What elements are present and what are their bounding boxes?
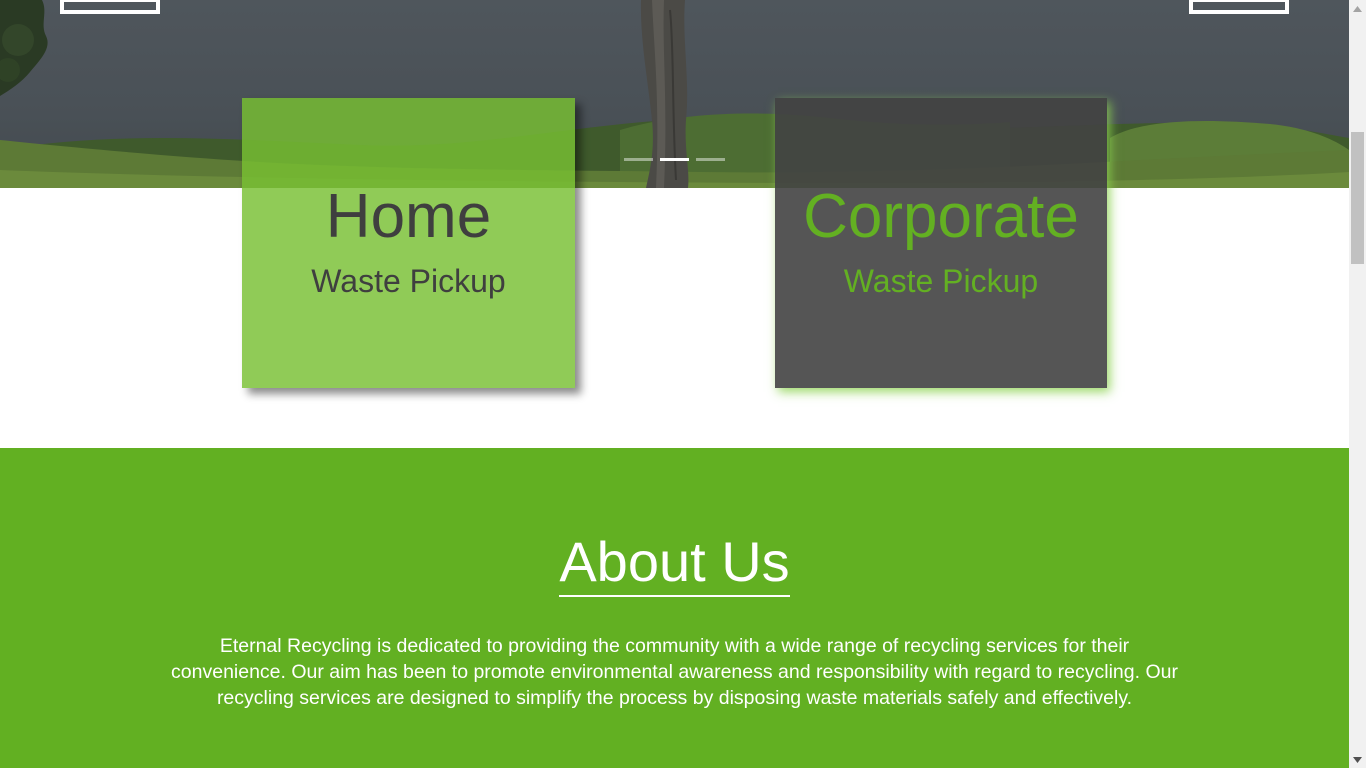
corporate-card-title: Corporate — [803, 182, 1079, 251]
about-section: About Us Eternal Recycling is dedicated … — [0, 448, 1349, 768]
browser-viewport: Home Waste Pickup Corporate Waste Pickup… — [0, 0, 1366, 768]
page: Home Waste Pickup Corporate Waste Pickup… — [0, 0, 1349, 768]
corporate-card-subtitle: Waste Pickup — [843, 263, 1039, 299]
home-card-title: Home — [325, 182, 492, 251]
hero-right-button[interactable] — [1189, 0, 1289, 14]
slider-dot-2[interactable] — [660, 158, 689, 161]
corporate-waste-pickup-card[interactable]: Corporate Waste Pickup — [775, 98, 1107, 388]
scrollbar-thumb[interactable] — [1351, 132, 1364, 264]
vertical-scrollbar[interactable] — [1349, 0, 1366, 768]
triangle-down-icon — [1353, 756, 1362, 763]
hero-left-button[interactable] — [60, 0, 160, 14]
home-waste-pickup-card[interactable]: Home Waste Pickup — [242, 98, 575, 388]
scroll-down-button[interactable] — [1349, 751, 1366, 768]
hero-banner — [0, 0, 1349, 188]
slider-dot-3[interactable] — [696, 158, 725, 161]
scroll-up-button[interactable] — [1349, 0, 1366, 17]
about-title: About Us — [559, 531, 790, 597]
home-card-subtitle: Waste Pickup — [311, 263, 506, 299]
about-text: Eternal Recycling is dedicated to provid… — [171, 635, 1178, 709]
slider-indicators — [624, 158, 725, 161]
slider-dot-1[interactable] — [624, 158, 653, 161]
triangle-up-icon — [1353, 5, 1362, 12]
